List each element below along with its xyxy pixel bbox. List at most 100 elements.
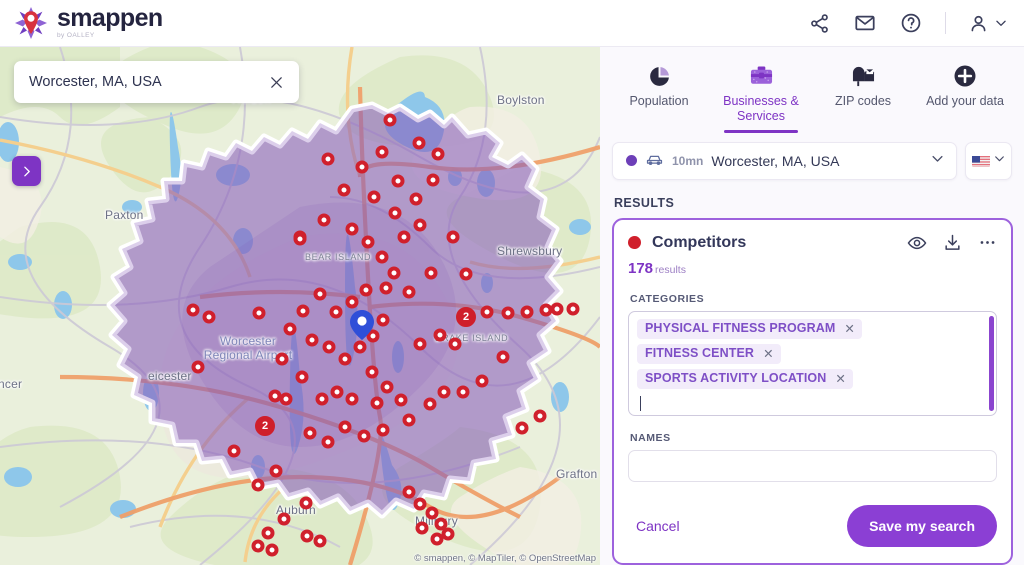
panel-toggle-button[interactable] (12, 156, 41, 186)
poi-marker[interactable] (437, 385, 451, 399)
poi-marker[interactable] (480, 305, 494, 319)
poi-marker[interactable] (269, 464, 283, 478)
poi-marker[interactable] (376, 423, 390, 437)
poi-marker[interactable] (424, 266, 438, 280)
poi-marker[interactable] (397, 230, 411, 244)
poi-marker[interactable] (387, 266, 401, 280)
poi-marker[interactable] (380, 380, 394, 394)
poi-marker[interactable] (317, 213, 331, 227)
poi-marker[interactable] (456, 385, 470, 399)
poi-marker[interactable] (409, 192, 423, 206)
tab-population[interactable]: Population (608, 55, 710, 133)
poi-marker[interactable] (475, 374, 489, 388)
poi-marker[interactable] (426, 173, 440, 187)
share-icon[interactable] (807, 11, 831, 35)
category-chip[interactable]: PHYSICAL FITNESS PROGRAM ✕ (637, 318, 862, 339)
close-icon[interactable]: ✕ (835, 371, 845, 386)
chevron-down-icon[interactable] (930, 151, 945, 171)
close-icon[interactable] (265, 71, 287, 93)
poi-marker[interactable] (293, 232, 307, 246)
close-icon[interactable]: ✕ (763, 346, 773, 361)
poi-marker[interactable] (520, 305, 534, 319)
poi-marker[interactable] (448, 337, 462, 351)
more-options-icon[interactable] (978, 233, 997, 252)
poi-marker[interactable] (402, 413, 416, 427)
tab-businesses-services[interactable]: Businesses & Services (710, 55, 812, 133)
poi-marker[interactable] (361, 235, 375, 249)
poi-marker[interactable] (227, 444, 241, 458)
poi-marker[interactable] (459, 267, 473, 281)
poi-marker[interactable] (379, 281, 393, 295)
poi-marker[interactable] (275, 352, 289, 366)
poi-marker[interactable] (388, 206, 402, 220)
poi-marker[interactable] (296, 304, 310, 318)
poi-marker[interactable] (345, 295, 359, 309)
poi-marker[interactable] (446, 230, 460, 244)
poi-marker[interactable] (261, 526, 275, 540)
help-icon[interactable] (899, 11, 923, 35)
poi-marker[interactable] (321, 435, 335, 449)
poi-marker[interactable] (265, 543, 279, 557)
poi-marker[interactable] (375, 250, 389, 264)
poi-marker[interactable] (566, 302, 580, 316)
country-selector[interactable] (965, 141, 1012, 180)
poi-marker[interactable] (501, 306, 515, 320)
poi-marker[interactable] (394, 393, 408, 407)
poi-cluster-marker[interactable]: 2 (456, 307, 476, 327)
tab-add-your-data[interactable]: Add your data (914, 55, 1016, 133)
poi-marker[interactable] (355, 160, 369, 174)
poi-marker[interactable] (251, 539, 265, 553)
poi-marker[interactable] (415, 521, 429, 535)
poi-marker[interactable] (376, 313, 390, 327)
save-my-search-button[interactable]: Save my search (847, 505, 997, 547)
poi-marker[interactable] (330, 385, 344, 399)
poi-marker[interactable] (370, 396, 384, 410)
poi-marker[interactable] (315, 392, 329, 406)
poi-marker[interactable] (413, 497, 427, 511)
poi-marker[interactable] (391, 174, 405, 188)
poi-marker[interactable] (303, 426, 317, 440)
brand-logo[interactable]: smappen by OALLEY (14, 6, 163, 40)
poi-marker[interactable] (268, 389, 282, 403)
chevron-down-icon[interactable] (993, 152, 1006, 170)
poi-marker[interactable] (515, 421, 529, 435)
poi-marker[interactable] (338, 420, 352, 434)
search-input[interactable] (29, 74, 265, 90)
poi-marker[interactable] (277, 512, 291, 526)
poi-marker[interactable] (305, 333, 319, 347)
poi-marker[interactable] (300, 529, 314, 543)
close-icon[interactable]: ✕ (844, 321, 854, 336)
poi-marker[interactable] (367, 190, 381, 204)
poi-marker[interactable] (345, 392, 359, 406)
map-view[interactable]: Holden Boylston Paxton Shrewsbury Worces… (0, 47, 600, 565)
download-icon[interactable] (943, 233, 962, 252)
poi-marker[interactable] (191, 360, 205, 374)
poi-marker[interactable] (533, 409, 547, 423)
poi-marker[interactable] (496, 350, 510, 364)
poi-marker[interactable] (299, 496, 313, 510)
poi-marker[interactable] (313, 534, 327, 548)
poi-marker[interactable] (345, 222, 359, 236)
poi-marker[interactable] (283, 322, 297, 336)
poi-marker[interactable] (412, 136, 426, 150)
poi-marker[interactable] (431, 147, 445, 161)
poi-marker[interactable] (430, 532, 444, 546)
poi-marker[interactable] (357, 429, 371, 443)
poi-marker[interactable] (338, 352, 352, 366)
poi-marker[interactable] (413, 218, 427, 232)
poi-marker[interactable] (321, 152, 335, 166)
account-menu[interactable] (968, 13, 1008, 34)
category-chip[interactable]: SPORTS ACTIVITY LOCATION ✕ (637, 368, 853, 389)
poi-marker[interactable] (365, 365, 379, 379)
poi-marker[interactable] (550, 302, 564, 316)
poi-marker[interactable] (413, 337, 427, 351)
category-chip[interactable]: FITNESS CENTER ✕ (637, 343, 781, 364)
poi-marker[interactable] (186, 303, 200, 317)
poi-marker[interactable] (359, 283, 373, 297)
cancel-button[interactable]: Cancel (628, 518, 680, 534)
poi-marker[interactable] (295, 370, 309, 384)
poi-marker[interactable] (337, 183, 351, 197)
poi-marker[interactable] (402, 485, 416, 499)
poi-marker[interactable] (423, 397, 437, 411)
poi-marker[interactable] (433, 328, 447, 342)
